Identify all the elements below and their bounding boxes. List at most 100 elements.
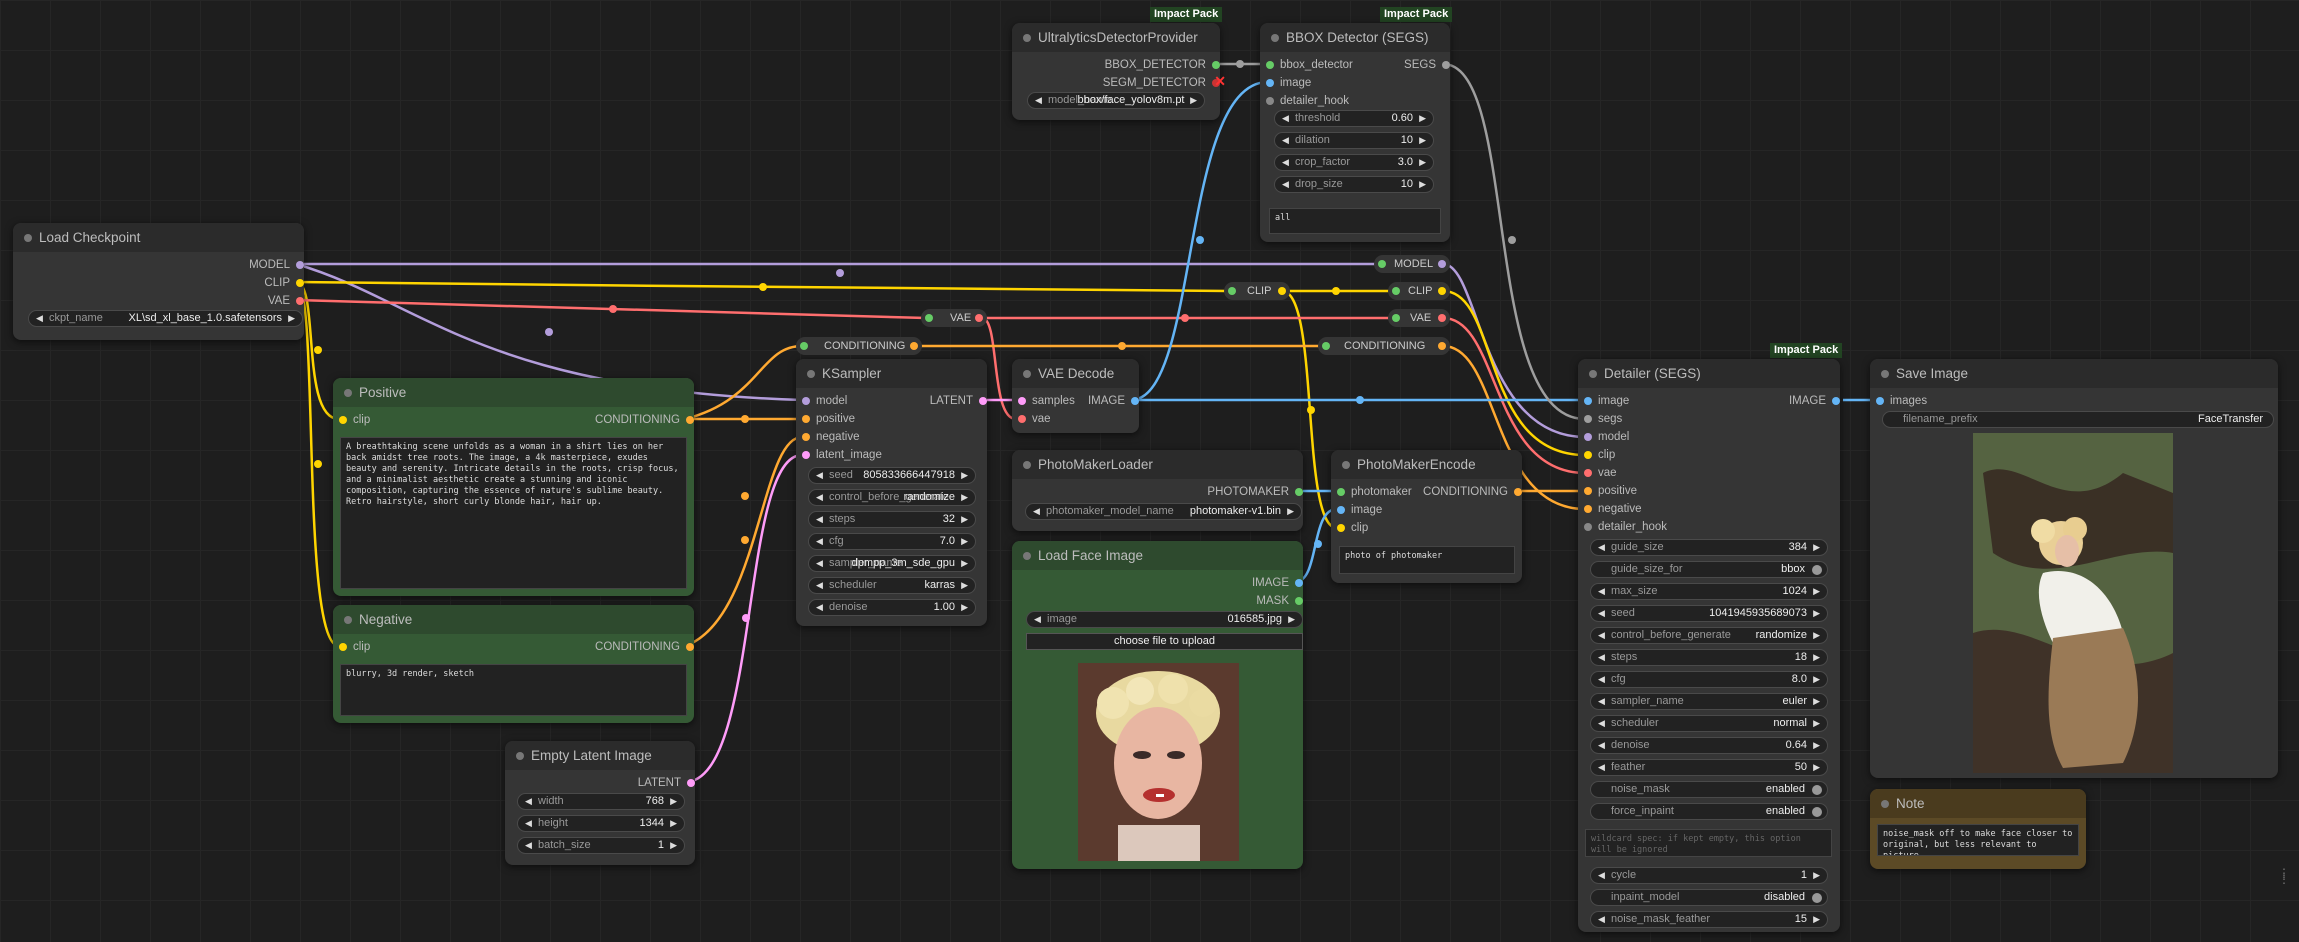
ultralytics-node[interactable]: UltralyticsDetectorProvider BBOX_DETECTO… xyxy=(1012,23,1226,120)
input-clip[interactable]: clip xyxy=(339,640,370,654)
note-textarea[interactable]: noise_mask off to make face closer to or… xyxy=(1877,824,2079,856)
detailer-segs-node[interactable]: Detailer (SEGS) IMAGE image segs model clip… xyxy=(1578,359,1840,932)
save-image-node[interactable]: Save Image images filename_prefix FaceTra… xyxy=(1870,359,2278,778)
input-clip[interactable]: clip xyxy=(1337,521,1368,535)
prompt-textarea[interactable]: blurry, 3d render, sketch xyxy=(340,664,687,716)
toggle-knob-icon[interactable] xyxy=(1812,807,1822,817)
scheduler-widget[interactable]: ◀ scheduler normal ▶ xyxy=(1590,715,1828,732)
arrow-right-icon[interactable]: ▶ xyxy=(1813,672,1820,687)
collapse-dot-icon[interactable] xyxy=(1023,552,1031,560)
arrow-right-icon[interactable]: ▶ xyxy=(961,556,968,571)
steps-widget[interactable]: ◀ steps 32 ▶ xyxy=(808,511,976,528)
arrow-left-icon[interactable]: ◀ xyxy=(816,512,823,527)
batch-size-widget[interactable]: ◀ batch_size 1 ▶ xyxy=(517,837,685,854)
filename-prefix-widget[interactable]: filename_prefix FaceTransfer xyxy=(1882,411,2274,428)
cfg-widget[interactable]: ◀ cfg 8.0 ▶ xyxy=(1590,671,1828,688)
arrow-left-icon[interactable]: ◀ xyxy=(1598,584,1605,599)
arrow-left-icon[interactable]: ◀ xyxy=(1282,133,1289,148)
reroute-clip-right[interactable]: CLIP xyxy=(1388,282,1450,300)
positive-node[interactable]: Positive clip CONDITIONING A breathtakin… xyxy=(333,378,694,596)
arrow-right-icon[interactable]: ▶ xyxy=(1813,650,1820,665)
arrow-left-icon[interactable]: ◀ xyxy=(1598,738,1605,753)
collapse-dot-icon[interactable] xyxy=(344,616,352,624)
output-image[interactable]: IMAGE xyxy=(1789,394,1840,408)
output-image[interactable]: IMAGE xyxy=(1252,576,1303,590)
cycle-widget[interactable]: ◀ cycle 1 ▶ xyxy=(1590,867,1828,884)
arrow-left-icon[interactable]: ◀ xyxy=(1282,177,1289,192)
collapse-dot-icon[interactable] xyxy=(24,234,32,242)
input-clip[interactable]: clip xyxy=(1584,448,1615,462)
seed-widget[interactable]: ◀ seed 1041945935689073 ▶ xyxy=(1590,605,1828,622)
input-model[interactable]: model xyxy=(802,394,847,408)
collapse-dot-icon[interactable] xyxy=(1023,461,1031,469)
arrow-left-icon[interactable]: ◀ xyxy=(1598,606,1605,621)
output-image[interactable]: IMAGE xyxy=(1088,394,1139,408)
input-negative[interactable]: negative xyxy=(802,430,859,444)
collapse-dot-icon[interactable] xyxy=(1023,34,1031,42)
arrow-left-icon[interactable]: ◀ xyxy=(1598,628,1605,643)
arrow-left-icon[interactable]: ◀ xyxy=(1598,672,1605,687)
arrow-right-icon[interactable]: ▶ xyxy=(1813,716,1820,731)
arrow-left-icon[interactable]: ◀ xyxy=(1598,650,1605,665)
reroute-clip-left[interactable]: CLIP xyxy=(1224,282,1290,300)
arrow-right-icon[interactable]: ▶ xyxy=(1813,628,1820,643)
collapse-dot-icon[interactable] xyxy=(516,752,524,760)
arrow-left-icon[interactable]: ◀ xyxy=(816,468,823,483)
collapse-dot-icon[interactable] xyxy=(344,389,352,397)
denoise-widget[interactable]: ◀ denoise 0.64 ▶ xyxy=(1590,737,1828,754)
ckpt-name-widget[interactable]: ◀ ckpt_name XL\sd_xl_base_1.0.safetensors ▶ xyxy=(28,310,303,327)
labels-textarea[interactable]: all xyxy=(1269,208,1441,234)
arrow-right-icon[interactable]: ▶ xyxy=(961,578,968,593)
toggle-knob-icon[interactable] xyxy=(1812,785,1822,795)
prompt-textarea[interactable]: photo of photomaker xyxy=(1339,546,1515,574)
output-conditioning[interactable]: CONDITIONING xyxy=(595,413,694,427)
input-image[interactable]: image xyxy=(1584,394,1629,408)
toggle-knob-icon[interactable] xyxy=(1812,893,1822,903)
guide-size-widget[interactable]: ◀ guide_size 384 ▶ xyxy=(1590,539,1828,556)
input-positive[interactable]: positive xyxy=(1584,484,1637,498)
toggle-knob-icon[interactable] xyxy=(1812,565,1822,575)
denoise-widget[interactable]: ◀ denoise 1.00 ▶ xyxy=(808,599,976,616)
bbox-detector-node[interactable]: BBOX Detector (SEGS) bbox_detector SEGS … xyxy=(1260,23,1450,242)
arrow-left-icon[interactable]: ◀ xyxy=(816,600,823,615)
input-detailer-hook[interactable]: detailer_hook xyxy=(1584,520,1667,534)
photomaker-encode-node[interactable]: PhotoMakerEncode photomaker CONDITIONING… xyxy=(1331,450,1522,583)
empty-latent-node[interactable]: Empty Latent Image LATENT ◀ width 768 ▶ ◀ he… xyxy=(505,741,695,865)
upload-button[interactable]: choose file to upload xyxy=(1026,633,1303,650)
output-latent[interactable]: LATENT xyxy=(638,776,695,790)
height-widget[interactable]: ◀ height 1344 ▶ xyxy=(517,815,685,832)
reroute-vae-right[interactable]: VAE xyxy=(1388,309,1450,327)
arrow-right-icon[interactable]: ▶ xyxy=(1813,584,1820,599)
output-segs[interactable]: SEGS xyxy=(1404,58,1450,72)
control-before-generate-widget[interactable]: ◀ control_before_generate randomize ▶ xyxy=(1590,627,1828,644)
input-segs[interactable]: segs xyxy=(1584,412,1622,426)
arrow-right-icon[interactable]: ▶ xyxy=(1813,868,1820,883)
arrow-right-icon[interactable]: ▶ xyxy=(1813,738,1820,753)
output-clip[interactable]: CLIP xyxy=(264,276,304,290)
arrow-right-icon[interactable]: ▶ xyxy=(1813,760,1820,775)
cfg-widget[interactable]: ◀ cfg 7.0 ▶ xyxy=(808,533,976,550)
arrow-left-icon[interactable]: ◀ xyxy=(1282,155,1289,170)
sampler-name-widget[interactable]: ◀ sampler_name euler ▶ xyxy=(1590,693,1828,710)
prompt-textarea[interactable]: A breathtaking scene unfolds as a woman … xyxy=(340,437,687,589)
arrow-left-icon[interactable]: ◀ xyxy=(1598,716,1605,731)
arrow-left-icon[interactable]: ◀ xyxy=(1282,111,1289,126)
arrow-right-icon[interactable]: ▶ xyxy=(1813,694,1820,709)
output-mask[interactable]: MASK xyxy=(1256,594,1303,608)
drop-size-widget[interactable]: ◀ drop_size 10 ▶ xyxy=(1274,176,1434,193)
arrow-right-icon[interactable]: ▶ xyxy=(961,534,968,549)
arrow-right-icon[interactable]: ▶ xyxy=(1813,540,1820,555)
input-vae[interactable]: vae xyxy=(1584,466,1617,480)
arrow-right-icon[interactable]: ▶ xyxy=(961,600,968,615)
arrow-right-icon[interactable]: ▶ xyxy=(1419,177,1426,192)
sampler-name-widget[interactable]: ◀ sampler_name dpmpp_3m_sde_gpu ▶ xyxy=(808,555,976,572)
output-vae[interactable]: VAE xyxy=(268,294,304,308)
input-latent-image[interactable]: latent_image xyxy=(802,448,882,462)
note-node[interactable]: Note noise_mask off to make face closer … xyxy=(1870,789,2086,869)
input-vae[interactable]: vae xyxy=(1018,412,1051,426)
input-images[interactable]: images xyxy=(1876,394,1927,408)
output-latent[interactable]: LATENT xyxy=(930,394,987,408)
collapse-dot-icon[interactable] xyxy=(1881,370,1889,378)
arrow-right-icon[interactable]: ▶ xyxy=(961,512,968,527)
input-photomaker[interactable]: photomaker xyxy=(1337,485,1412,499)
